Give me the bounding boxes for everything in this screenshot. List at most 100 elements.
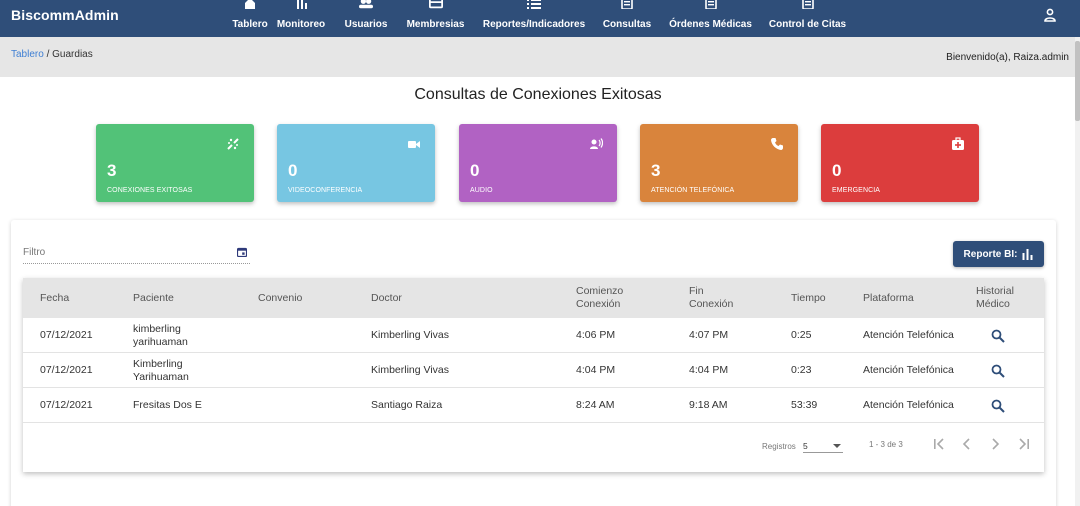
stat-value: 3 xyxy=(651,161,661,180)
stat-value: 3 xyxy=(107,161,117,180)
filter-field[interactable] xyxy=(23,242,250,264)
document-icon xyxy=(704,0,717,9)
users-icon xyxy=(359,0,373,9)
stat-card-conexiones-exitosas: 3 CONEXIONES EXITOSAS xyxy=(96,124,254,202)
nav-item-monitoreo[interactable]: Monitoreo xyxy=(277,0,325,37)
filter-input[interactable] xyxy=(23,243,223,262)
table-row: 07/12/2021 kimberling yarihuaman Kimberl… xyxy=(23,318,1044,353)
stat-card-audio: 0 AUDIO xyxy=(459,124,617,202)
column-header-plataforma[interactable]: Plataforma xyxy=(863,278,914,318)
breadcrumb-link-tablero[interactable]: Tablero xyxy=(11,49,44,60)
column-header-paciente[interactable]: Paciente xyxy=(133,278,174,318)
stat-label: EMERGENCIA xyxy=(832,187,881,194)
nav-label: Consultas xyxy=(602,19,652,30)
nav-label: Reportes/Indicadores xyxy=(482,19,586,30)
page-size-value: 5 xyxy=(803,441,808,451)
breadcrumb-bar: Tablero / Guardias Bienvenido(a), Raiza.… xyxy=(0,37,1080,77)
home-icon xyxy=(245,0,255,9)
nav-item-control-citas[interactable]: Control de Citas xyxy=(768,0,847,37)
results-panel: Reporte BI: Fecha Paciente Convenio Doct… xyxy=(11,220,1056,506)
nav-item-membresias[interactable]: Membresias xyxy=(407,0,464,37)
cell-tiempo: 0:23 xyxy=(791,364,812,376)
stat-label: CONEXIONES EXITOSAS xyxy=(107,187,193,194)
cell-comienzo: 4:06 PM xyxy=(576,329,616,341)
document-icon xyxy=(801,0,814,9)
cell-historial xyxy=(991,353,1005,388)
user-account-icon[interactable] xyxy=(1043,8,1057,22)
column-header-fecha[interactable]: Fecha xyxy=(40,278,69,318)
table-header: Fecha Paciente Convenio Doctor Comienzo … xyxy=(23,278,1044,318)
stat-card-emergencia: 0 EMERGENCIA xyxy=(821,124,979,202)
cell-paciente: Kimberling Yarihuaman xyxy=(133,357,189,383)
cell-historial xyxy=(991,318,1005,353)
report-bi-label: Reporte BI: xyxy=(963,248,1018,260)
stat-label: VIDEOCONFERENCIA xyxy=(288,187,363,194)
search-icon[interactable] xyxy=(991,329,1005,343)
column-header-historial[interactable]: Historial Médico xyxy=(976,278,1031,318)
column-header-comienzo[interactable]: Comienzo Conexión xyxy=(576,278,646,318)
page-title: Consultas de Conexiones Exitosas xyxy=(414,86,662,103)
breadcrumb-separator: / xyxy=(43,49,53,60)
nav-label: Membresias xyxy=(406,19,465,30)
cell-fin: 4:07 PM xyxy=(689,329,729,341)
search-icon[interactable] xyxy=(991,364,1005,378)
stat-value: 0 xyxy=(288,161,298,180)
nav-label: Monitoreo xyxy=(276,19,326,30)
calendar-icon[interactable] xyxy=(237,247,247,257)
card-icon xyxy=(428,0,443,9)
cell-paciente: kimberling yarihuaman xyxy=(133,322,188,348)
nav-item-reportes[interactable]: Reportes/Indicadores xyxy=(482,0,586,37)
page-size-label: Registros xyxy=(762,442,796,451)
stat-value: 0 xyxy=(832,161,842,180)
first-page-icon[interactable] xyxy=(932,437,946,451)
cell-comienzo: 4:04 PM xyxy=(576,364,616,376)
paginator: Registros 5 1 - 3 de 3 xyxy=(23,418,1044,472)
column-header-tiempo[interactable]: Tiempo xyxy=(791,278,826,318)
page-scrollbar[interactable] xyxy=(1075,37,1080,506)
connection-icon xyxy=(227,138,239,150)
top-navbar: BiscommAdmin Tablero Monitoreo Usuarios … xyxy=(0,0,1080,37)
column-header-doctor[interactable]: Doctor xyxy=(371,278,402,318)
search-icon[interactable] xyxy=(991,399,1005,413)
bar-chart-icon xyxy=(297,0,307,9)
page-size-select[interactable]: 5 xyxy=(803,438,843,453)
cell-doctor: Kimberling Vivas xyxy=(371,329,450,341)
report-bi-button[interactable]: Reporte BI: xyxy=(953,241,1044,267)
nav-item-usuarios[interactable]: Usuarios xyxy=(345,0,387,37)
nav-label: Control de Citas xyxy=(768,19,847,30)
nav-label: Órdenes Médicas xyxy=(669,19,752,30)
nav-label: Tablero xyxy=(232,19,268,30)
list-icon xyxy=(527,0,541,9)
bar-chart-icon xyxy=(1022,248,1033,260)
table-row: 07/12/2021 Kimberling Yarihuaman Kimberl… xyxy=(23,353,1044,388)
cell-fecha: 07/12/2021 xyxy=(40,364,93,376)
nav-label: Usuarios xyxy=(344,19,388,30)
phone-icon xyxy=(771,138,783,150)
page-range-label: 1 - 3 de 3 xyxy=(869,440,903,449)
cell-plataforma: Atención Telefónica xyxy=(863,329,954,341)
column-header-fin[interactable]: Fin Conexión xyxy=(689,278,749,318)
scrollbar-thumb[interactable] xyxy=(1075,41,1080,121)
welcome-text: Bienvenido(a), Raiza.admin xyxy=(946,52,1069,63)
cell-tiempo: 0:25 xyxy=(791,329,812,341)
document-icon xyxy=(621,0,633,9)
chevron-down-icon xyxy=(833,444,841,448)
connections-table: Fecha Paciente Convenio Doctor Comienzo … xyxy=(23,278,1044,472)
nav-item-tablero[interactable]: Tablero xyxy=(232,0,268,37)
breadcrumb: Tablero / Guardias xyxy=(11,49,93,60)
first-aid-icon xyxy=(952,137,964,150)
stat-label: ATENCIÓN TELEFÓNICA xyxy=(651,187,735,194)
next-page-icon[interactable] xyxy=(988,437,1002,451)
cell-fecha: 07/12/2021 xyxy=(40,329,93,341)
last-page-icon[interactable] xyxy=(1017,437,1031,451)
column-header-convenio[interactable]: Convenio xyxy=(258,278,302,318)
nav-item-consultas[interactable]: Consultas xyxy=(602,0,652,37)
cell-fin: 4:04 PM xyxy=(689,364,729,376)
stat-label: AUDIO xyxy=(470,187,493,194)
previous-page-icon[interactable] xyxy=(960,437,974,451)
speaker-icon xyxy=(590,138,603,149)
nav-item-ordenes-medicas[interactable]: Órdenes Médicas xyxy=(669,0,752,37)
stat-value: 0 xyxy=(470,161,480,180)
app-brand[interactable]: BiscommAdmin xyxy=(11,7,119,23)
cell-doctor: Kimberling Vivas xyxy=(371,364,450,376)
